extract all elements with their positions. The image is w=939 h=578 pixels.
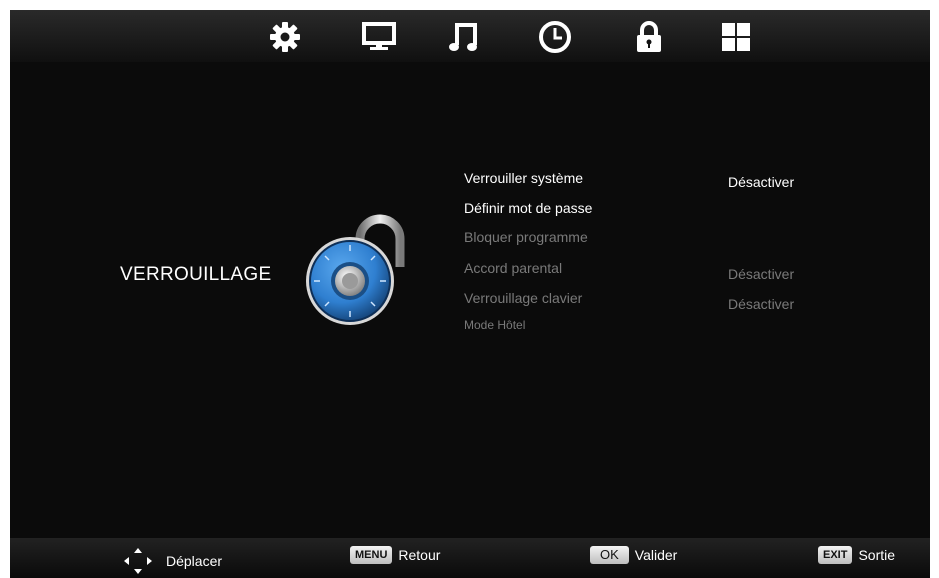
menu-item-bloquer-programme[interactable]: Bloquer programme xyxy=(464,229,588,245)
ok-key: OK xyxy=(590,546,629,564)
top-tab-bar xyxy=(10,10,930,62)
menu-value-verrouillage-clavier[interactable]: Désactiver xyxy=(728,296,794,312)
tv-menu-screen: VERROUILLAGE Verrouiller système Désacti… xyxy=(10,10,930,578)
footer-help-bar: Déplacer MENU Retour OK Valider EXIT Sor… xyxy=(10,538,930,578)
menu-value-accord-parental[interactable]: Désactiver xyxy=(728,266,794,282)
menu-item-mode-hotel[interactable]: Mode Hôtel xyxy=(464,318,525,332)
back-label: Retour xyxy=(398,547,441,563)
section-title: VERROUILLAGE xyxy=(120,264,272,285)
menu-key: MENU xyxy=(350,546,393,564)
combination-padlock-icon xyxy=(298,209,408,334)
menu-item-verrouiller-systeme[interactable]: Verrouiller système xyxy=(464,170,583,186)
exit-key: EXIT xyxy=(818,546,853,564)
monitor-icon[interactable] xyxy=(359,20,399,54)
grid-icon[interactable] xyxy=(716,20,756,54)
padlock-icon[interactable] xyxy=(629,20,669,54)
move-label: Déplacer xyxy=(166,553,223,569)
move-hint: Déplacer xyxy=(118,546,222,576)
exit-hint: EXIT Sortie xyxy=(818,546,895,564)
arrow-keys-icon xyxy=(124,548,152,574)
confirm-hint: OK Valider xyxy=(590,546,677,564)
menu-item-definir-mot-de-passe[interactable]: Définir mot de passe xyxy=(464,200,592,216)
menu-value-verrouiller-systeme[interactable]: Désactiver xyxy=(728,174,794,190)
gear-icon[interactable] xyxy=(265,20,305,54)
back-hint: MENU Retour xyxy=(350,546,440,564)
clock-icon[interactable] xyxy=(535,20,575,54)
menu-item-accord-parental[interactable]: Accord parental xyxy=(464,260,562,276)
exit-label: Sortie xyxy=(858,547,896,563)
menu-item-verrouillage-clavier[interactable]: Verrouillage clavier xyxy=(464,290,582,306)
music-note-icon[interactable] xyxy=(443,20,483,54)
confirm-label: Valider xyxy=(634,547,678,563)
